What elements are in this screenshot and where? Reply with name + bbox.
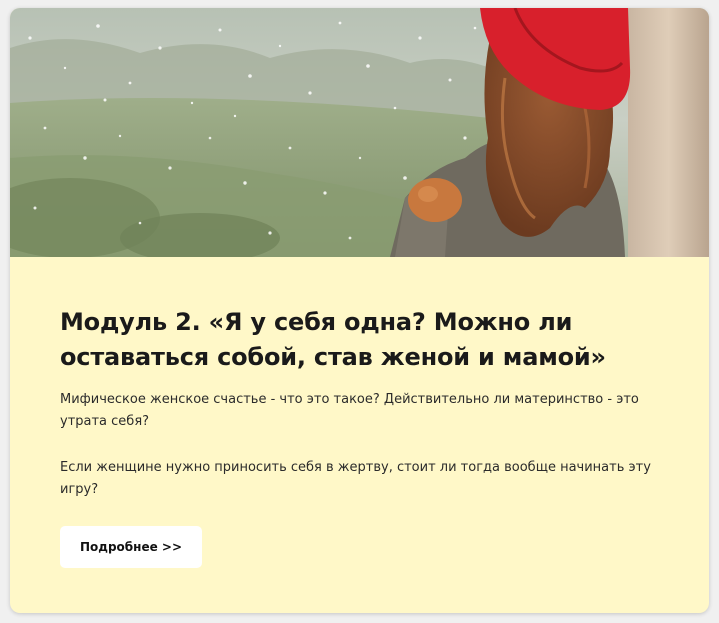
- more-details-button[interactable]: Подробнее >>: [60, 526, 202, 568]
- module-title: Модуль 2. «Я у себя одна? Можно ли остав…: [60, 308, 606, 371]
- module-description-1: Мифическое женское счастье - что это так…: [60, 392, 639, 429]
- module-description-2: Если женщине нужно приносить себя в жерт…: [60, 460, 651, 497]
- module-card: Модуль 2. «Я у себя одна? Можно ли остав…: [10, 8, 709, 613]
- module-cover-image: [10, 8, 709, 257]
- module-content: Модуль 2. «Я у себя одна? Можно ли остав…: [10, 257, 709, 613]
